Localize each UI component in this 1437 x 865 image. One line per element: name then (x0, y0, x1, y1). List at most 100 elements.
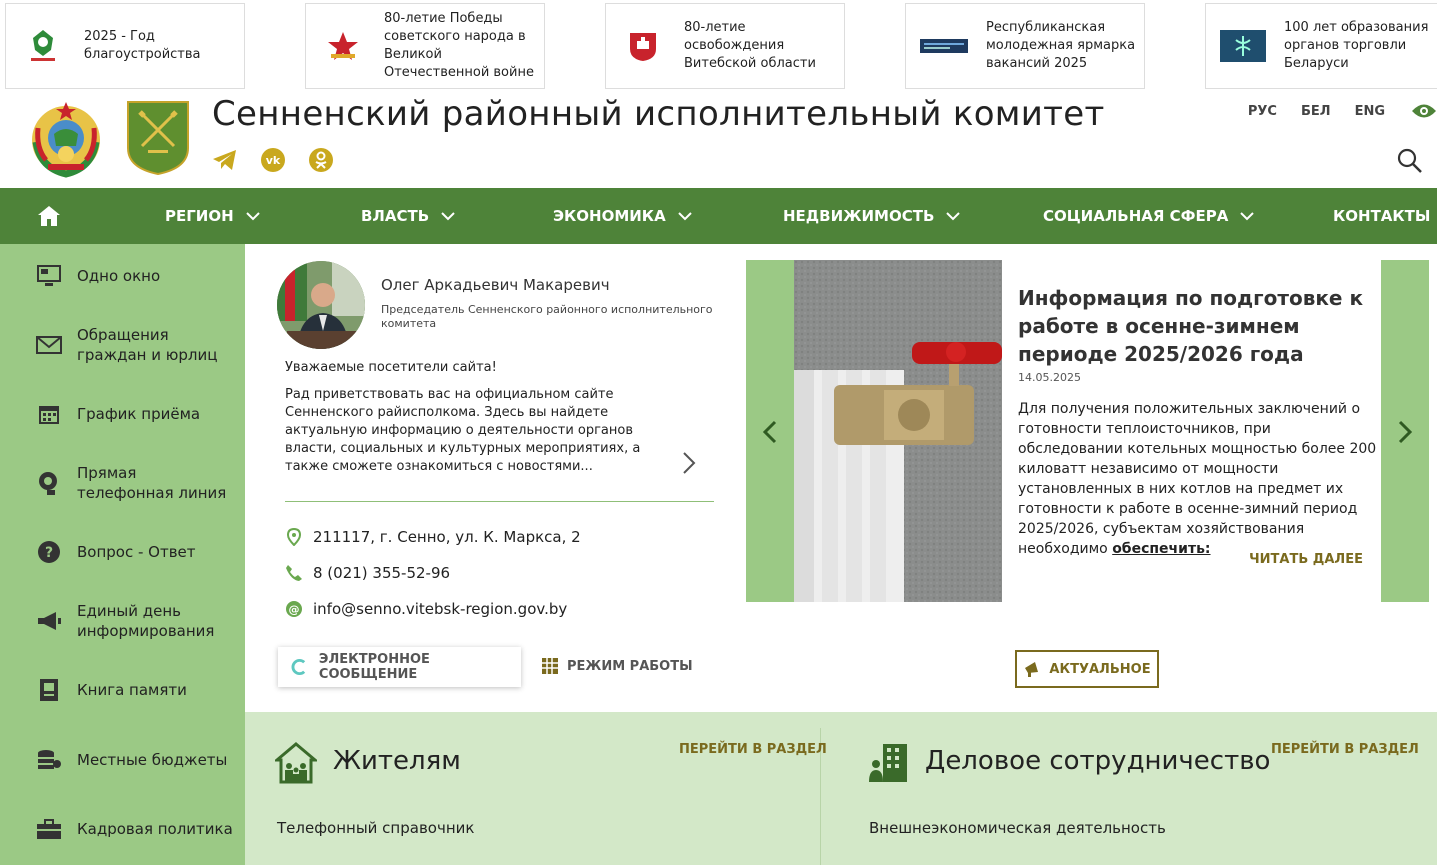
contact-phone: 8 (021) 355-52-96 (285, 564, 450, 582)
email-text[interactable]: info@senno.vitebsk-region.gov.by (313, 600, 567, 618)
banner-trade[interactable]: 100 лет образования органов торговли Бел… (1205, 3, 1437, 89)
sidebar-item-appeals[interactable]: Обращения граждан и юрлиц (0, 324, 245, 366)
section-link-business[interactable]: ПЕРЕЙТИ В РАЗДЕЛ (1271, 742, 1419, 757)
nav-item-economy[interactable]: ЭКОНОМИКА (553, 188, 692, 244)
nav-label: ЭКОНОМИКА (553, 207, 666, 225)
language-switcher: РУС БЕЛ ENG (1248, 104, 1385, 119)
sidebar-item-label: Одно окно (77, 267, 161, 285)
vk-icon[interactable]: vk (260, 147, 286, 173)
search-icon[interactable] (1397, 148, 1423, 174)
year-emblem-icon (20, 23, 66, 69)
svg-text:@: @ (289, 603, 300, 616)
chevron-down-icon (677, 211, 692, 220)
sidebar-item-budgets[interactable]: Местные бюджеты (0, 748, 245, 772)
banner-text: Республиканская молодежная ярмарка вакан… (986, 20, 1136, 71)
lang-eng[interactable]: ENG (1355, 104, 1385, 119)
envelope-icon (36, 332, 62, 358)
section-link-residents[interactable]: ПЕРЕЙТИ В РАЗДЕЛ (679, 742, 827, 757)
sidebar-item-info-day[interactable]: Единый день информирования (0, 600, 245, 642)
odnoklassniki-icon[interactable] (308, 147, 334, 173)
sidebar-item-hotline[interactable]: Прямая телефонная линия (0, 462, 245, 504)
home-icon[interactable] (36, 204, 62, 228)
contact-address: 211117, г. Сенно, ул. К. Маркса, 2 (285, 528, 581, 546)
top-banners: 2025 - Год благоустройства 80-летие Побе… (0, 0, 1437, 92)
nav-label: СОЦИАЛЬНАЯ СФЕРА (1043, 207, 1229, 225)
banner-text: 80-летие освобождения Витебской области (684, 20, 816, 71)
megaphone-icon (36, 608, 62, 634)
button-label: ЭЛЕКТРОННОЕ СООБЩЕНИЕ (318, 652, 430, 682)
chairman-position: Председатель Сенненского районного испол… (381, 303, 713, 330)
sidebar-item-hr[interactable]: Кадровая политика (0, 817, 245, 841)
nav-label: ВЛАСТЬ (361, 207, 430, 225)
lang-rus[interactable]: РУС (1248, 104, 1277, 119)
chairman-avatar (277, 261, 365, 349)
banner-text: 80-летие Победы советского народа в Вели… (384, 11, 534, 80)
nav-item-power[interactable]: ВЛАСТЬ (361, 188, 455, 244)
news-slider: Информация по подготовке к работе в осен… (746, 260, 1429, 602)
sidebar-item-one-window[interactable]: Одно окно (0, 264, 245, 288)
accessibility-eye-icon[interactable] (1411, 102, 1437, 120)
banner-text: 2025 - Год благоустройства (84, 29, 201, 62)
sidebar-item-schedule[interactable]: График приёма (0, 402, 245, 426)
location-pin-icon (285, 528, 303, 546)
sidebar: Одно окно Обращения граждан и юрлиц Граф… (0, 244, 245, 865)
family-house-icon (272, 742, 320, 784)
banner-job-fair[interactable]: Республиканская молодежная ярмарка вакан… (905, 3, 1145, 89)
svg-text:vk: vk (266, 154, 281, 167)
banner-liberation[interactable]: 80-летие освобождения Витебской области (605, 3, 845, 89)
banner-year[interactable]: 2025 - Год благоустройства (5, 3, 245, 89)
sidebar-item-memory-book[interactable]: Книга памяти (0, 678, 245, 702)
nav-item-social[interactable]: СОЦИАЛЬНАЯ СФЕРА (1043, 188, 1255, 244)
contact-email: @ info@senno.vitebsk-region.gov.by (285, 600, 567, 618)
slide-text: Для получения положительных заключений о… (1018, 399, 1378, 559)
lang-bel[interactable]: БЕЛ (1301, 104, 1331, 119)
loading-circle-icon (291, 659, 306, 675)
main-navigation: РЕГИОН ВЛАСТЬ ЭКОНОМИКА НЕДВИЖИМОСТЬ СОЦ… (0, 188, 1437, 244)
button-label: РЕЖИМ РАБОТЫ (567, 658, 693, 674)
read-more-link[interactable]: ЧИТАТЬ ДАЛЕЕ (1249, 552, 1363, 567)
social-links: vk (212, 147, 334, 173)
sidebar-item-label: Прямая телефонная линия (77, 464, 227, 502)
actual-button[interactable]: АКТУАЛЬНОЕ (1015, 650, 1159, 688)
sidebar-item-label: Единый день информирования (77, 602, 215, 640)
sidebar-item-faq[interactable]: ? Вопрос - Ответ (0, 540, 245, 564)
work-mode-button[interactable]: РЕЖИМ РАБОТЫ (541, 657, 693, 675)
chevron-right-icon[interactable] (681, 451, 697, 475)
slide-date: 14.05.2025 (1018, 371, 1081, 384)
business-building-icon (867, 742, 909, 784)
phone-text[interactable]: 8 (021) 355-52-96 (313, 564, 450, 582)
nav-item-contacts[interactable]: КОНТАКТЫ (1333, 188, 1430, 244)
site-header: Сенненский районный исполнительный комит… (0, 92, 1437, 188)
slide-card: Информация по подготовке к работе в осен… (1002, 260, 1381, 602)
chevron-down-icon (441, 211, 455, 220)
site-title: Сенненский районный исполнительный комит… (212, 94, 1105, 134)
section-item-foreign-economic[interactable]: Внешнеэкономическая деятельность (869, 819, 1166, 837)
banner-victory[interactable]: 80-летие Победы советского народа в Вели… (305, 3, 545, 89)
section-title-business[interactable]: Деловое сотрудничество (925, 746, 1270, 776)
greeting-title: Уважаемые посетители сайта! (285, 360, 497, 375)
slide-link-word[interactable]: обеспечить: (1112, 541, 1210, 557)
divider (285, 501, 714, 502)
section-title-residents[interactable]: Жителям (333, 746, 461, 776)
vitebsk-coat-icon (620, 23, 666, 69)
headset-icon (36, 470, 62, 496)
slide-title[interactable]: Информация по подготовке к работе в осен… (1018, 284, 1388, 368)
telegram-icon[interactable] (212, 147, 238, 173)
greeting-text: Рад приветствовать вас на официальном са… (285, 387, 641, 474)
nav-item-real-estate[interactable]: НЕДВИЖИМОСТЬ (783, 188, 961, 244)
nav-item-region[interactable]: РЕГИОН (165, 188, 260, 244)
sidebar-item-label: Кадровая политика (77, 820, 233, 838)
senno-coat-of-arms-icon (126, 100, 190, 176)
trade-logo-icon (1220, 23, 1266, 69)
grid-calendar-icon (542, 658, 558, 674)
slide-image (794, 260, 1002, 602)
slide-body: Для получения положительных заключений о… (1018, 401, 1377, 557)
electronic-message-button[interactable]: ЭЛЕКТРОННОЕ СООБЩЕНИЕ (278, 647, 521, 687)
megaphone-icon (1025, 662, 1039, 677)
briefcase-icon (36, 816, 62, 842)
section-item-phonebook[interactable]: Телефонный справочник (277, 819, 474, 837)
address-text: 211117, г. Сенно, ул. К. Маркса, 2 (313, 528, 581, 546)
slider-prev-arrow-icon[interactable] (762, 420, 778, 444)
chevron-down-icon (245, 211, 260, 220)
slider-next-arrow-icon[interactable] (1397, 420, 1413, 444)
